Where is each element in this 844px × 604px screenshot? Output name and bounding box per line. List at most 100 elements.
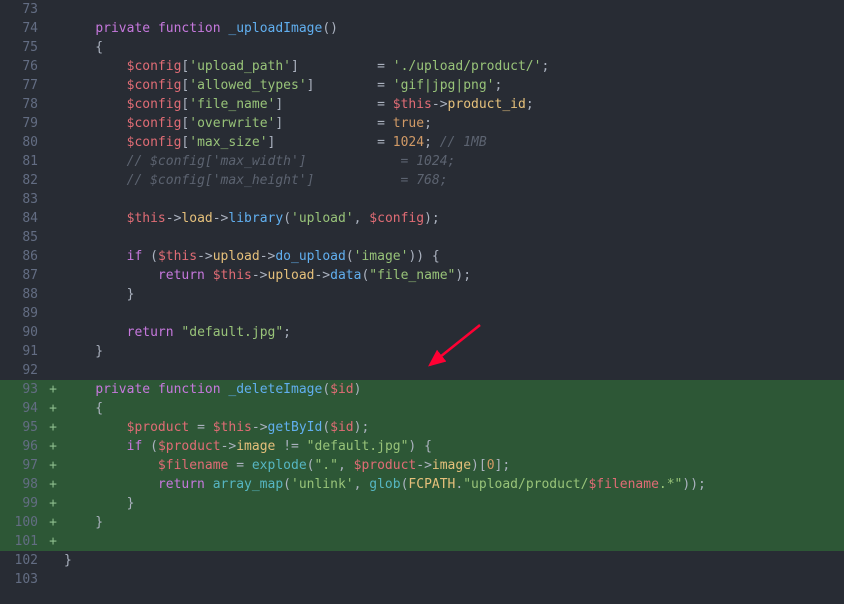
code-content[interactable]: return array_map('unlink', glob(FCPATH."… [60, 475, 706, 494]
code-line[interactable]: 77 $config['allowed_types'] = 'gif|jpg|p… [0, 76, 844, 95]
code-line[interactable]: 74 private function _uploadImage() [0, 19, 844, 38]
token-pn: } [64, 515, 103, 530]
code-content[interactable]: $config['overwrite'] = true; [60, 114, 432, 133]
code-line[interactable]: 81 // $config['max_width'] = 1024; [0, 152, 844, 171]
token-pn [64, 154, 127, 169]
token-kw: function [158, 382, 221, 397]
code-line[interactable]: 75 { [0, 38, 844, 57]
diff-marker [46, 266, 60, 285]
code-content[interactable]: return "default.jpg"; [60, 323, 291, 342]
code-content[interactable]: // $config['max_width'] = 1024; [60, 152, 455, 171]
code-content[interactable]: $this->load->library('upload', $config); [60, 209, 440, 228]
token-pn: ) [354, 382, 362, 397]
code-line[interactable]: 85 [0, 228, 844, 247]
token-pn: ] = [291, 59, 393, 74]
code-line[interactable]: 88 } [0, 285, 844, 304]
token-str: './upload/product/' [393, 59, 542, 74]
token-pn: , [354, 477, 370, 492]
code-content[interactable]: if ($this->upload->do_upload('image')) { [60, 247, 440, 266]
code-line[interactable]: 84 $this->load->library('upload', $confi… [0, 209, 844, 228]
code-content[interactable]: // $config['max_height'] = 768; [60, 171, 448, 190]
code-content[interactable] [60, 0, 95, 19]
code-line[interactable]: 102 } [0, 551, 844, 570]
code-line[interactable]: 94+ { [0, 399, 844, 418]
diff-marker: + [46, 380, 60, 399]
line-number: 75 [0, 38, 46, 57]
code-content[interactable]: } [60, 551, 72, 570]
token-pn: } [64, 287, 134, 302]
diff-marker [46, 95, 60, 114]
code-line[interactable]: 82 // $config['max_height'] = 768; [0, 171, 844, 190]
code-content[interactable]: } [60, 494, 134, 513]
code-line[interactable]: 99+ } [0, 494, 844, 513]
line-number: 96 [0, 437, 46, 456]
token-str: 'unlink' [291, 477, 354, 492]
code-content[interactable]: } [60, 285, 134, 304]
code-content[interactable]: private function _deleteImage($id) [60, 380, 361, 399]
code-content[interactable]: return $this->upload->data("file_name"); [60, 266, 471, 285]
code-content[interactable]: } [60, 342, 103, 361]
line-number: 101 [0, 532, 46, 551]
code-content[interactable]: { [60, 38, 103, 57]
code-line[interactable]: 83 [0, 190, 844, 209]
line-number: 95 [0, 418, 46, 437]
diff-marker [46, 285, 60, 304]
token-cmt: // $config['max_height'] = 768; [127, 173, 448, 188]
code-line[interactable]: 100+ } [0, 513, 844, 532]
token-str: "." [314, 458, 337, 473]
token-var: $id [330, 420, 353, 435]
diff-marker [46, 247, 60, 266]
code-content[interactable]: $product = $this->getById($id); [60, 418, 369, 437]
code-line[interactable]: 98+ return array_map('unlink', glob(FCPA… [0, 475, 844, 494]
token-pn [64, 135, 127, 150]
line-number: 94 [0, 399, 46, 418]
token-pn: ( [346, 249, 354, 264]
code-line[interactable]: 78 $config['file_name'] = $this->product… [0, 95, 844, 114]
code-content[interactable]: } [60, 513, 103, 532]
code-content[interactable]: $config['upload_path'] = './upload/produ… [60, 57, 549, 76]
token-op: -> [432, 97, 448, 112]
code-line[interactable]: 87 return $this->upload->data("file_name… [0, 266, 844, 285]
code-line[interactable]: 103 [0, 570, 844, 589]
token-pn: ); [455, 268, 471, 283]
token-pn [64, 325, 127, 340]
token-pn [64, 211, 127, 226]
token-str: "default.jpg" [181, 325, 283, 340]
code-content[interactable]: { [60, 399, 103, 418]
code-line[interactable]: 97+ $filename = explode(".", $product->i… [0, 456, 844, 475]
code-line[interactable]: 80 $config['max_size'] = 1024; // 1MB [0, 133, 844, 152]
token-op: -> [221, 439, 237, 454]
code-content[interactable]: if ($product->image != "default.jpg") { [60, 437, 432, 456]
token-str: 'upload_path' [189, 59, 291, 74]
code-content[interactable]: private function _uploadImage() [60, 19, 338, 38]
line-number: 73 [0, 0, 46, 19]
line-number: 98 [0, 475, 46, 494]
code-line[interactable]: 73 [0, 0, 844, 19]
code-line[interactable]: 93+ private function _deleteImage($id) [0, 380, 844, 399]
code-line[interactable]: 92 [0, 361, 844, 380]
line-number: 78 [0, 95, 46, 114]
code-line[interactable]: 96+ if ($product->image != "default.jpg"… [0, 437, 844, 456]
code-line[interactable]: 76 $config['upload_path'] = './upload/pr… [0, 57, 844, 76]
diff-marker: + [46, 494, 60, 513]
code-line[interactable]: 90 return "default.jpg"; [0, 323, 844, 342]
code-line[interactable]: 79 $config['overwrite'] = true; [0, 114, 844, 133]
token-str: 'gif|jpg|png' [393, 78, 495, 93]
diff-marker [46, 570, 60, 589]
code-editor[interactable]: 73 74 private function _uploadImage()75 … [0, 0, 844, 589]
code-content[interactable]: $config['max_size'] = 1024; // 1MB [60, 133, 487, 152]
code-line[interactable]: 91 } [0, 342, 844, 361]
code-line[interactable]: 101+ [0, 532, 844, 551]
token-pn [64, 477, 158, 492]
code-line[interactable]: 89 [0, 304, 844, 323]
token-meth: library [228, 211, 283, 226]
code-content[interactable]: $filename = explode(".", $product->image… [60, 456, 510, 475]
code-content[interactable]: $config['allowed_types'] = 'gif|jpg|png'… [60, 76, 502, 95]
line-number: 103 [0, 570, 46, 589]
token-pn: ; [424, 135, 432, 150]
token-str: "file_name" [369, 268, 455, 283]
code-line[interactable]: 95+ $product = $this->getById($id); [0, 418, 844, 437]
diff-marker [46, 19, 60, 38]
code-line[interactable]: 86 if ($this->upload->do_upload('image')… [0, 247, 844, 266]
code-content[interactable]: $config['file_name'] = $this->product_id… [60, 95, 534, 114]
